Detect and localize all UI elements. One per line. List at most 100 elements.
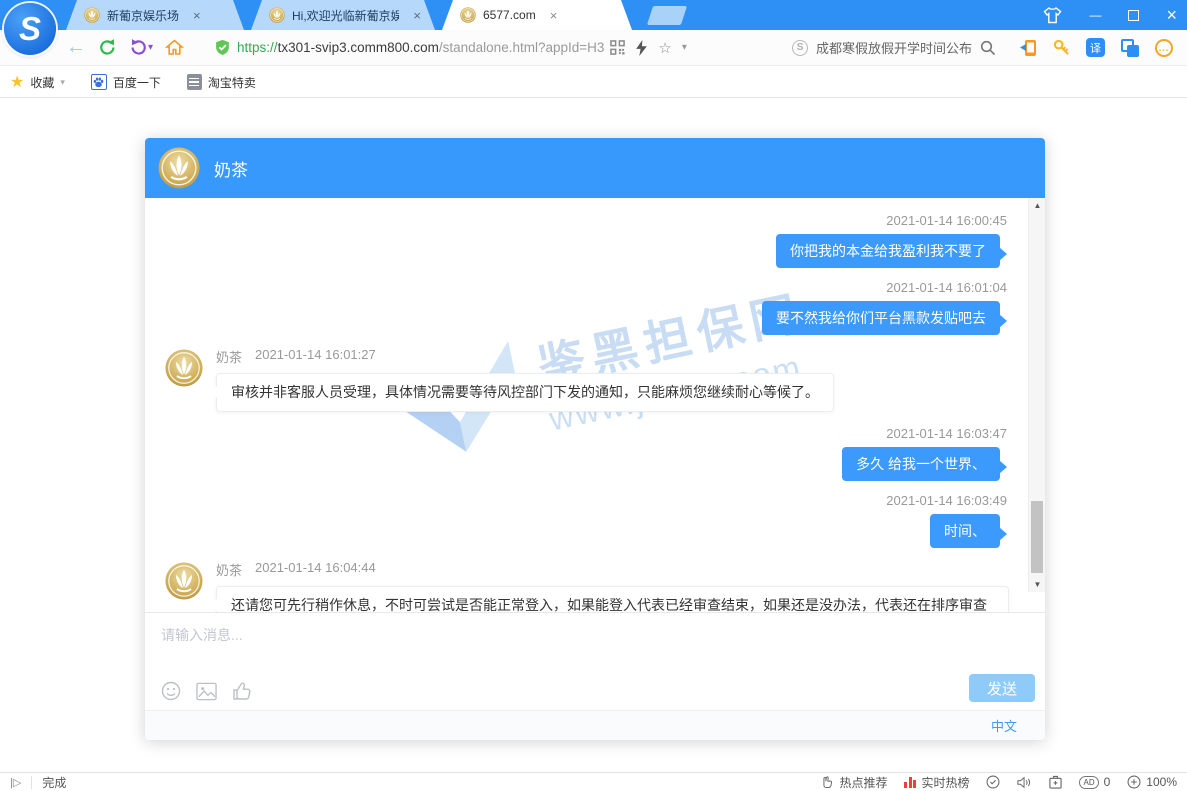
theme-skin-icon[interactable] <box>1043 7 1062 24</box>
sogou-browser-logo[interactable]: S <box>4 3 56 55</box>
url-text[interactable]: https://tx301-svip3.comm800.com/standalo… <box>237 40 604 55</box>
url-host: tx301-svip3.comm800.com <box>278 40 439 55</box>
more-tools-icon[interactable]: ... <box>1155 39 1173 57</box>
hot-recommend-label: 热点推荐 <box>839 774 887 791</box>
password-key-icon[interactable] <box>1053 39 1070 56</box>
maximize-button[interactable] <box>1128 10 1139 21</box>
agent-name: 奶茶 <box>214 156 248 181</box>
bookmark-taobao[interactable]: 淘宝特卖 <box>187 74 256 91</box>
chat-window: 奶茶 鉴黑担保网 www.jhdb8.com 2021-01-14 16:00:… <box>145 138 1045 740</box>
url-path: /standalone.html?appId=H3 <box>439 40 605 55</box>
bookmark-label: 百度一下 <box>113 74 161 91</box>
language-toggle[interactable]: 中文 <box>991 716 1017 735</box>
translate-icon[interactable]: 译 <box>1086 38 1105 57</box>
search-suggestion-text[interactable]: 成都寒假放假开学时间公布 <box>816 38 972 57</box>
bookmark-star-icon[interactable]: ☆ <box>658 39 671 57</box>
address-dropdown-icon[interactable]: ▾ <box>682 42 687 53</box>
message-time: 2021-01-14 16:03:49 <box>165 493 1007 508</box>
tab-title: 新葡京娱乐场 <box>107 7 179 24</box>
tab-title: 6577.com <box>483 8 536 22</box>
tab-close-icon[interactable]: × <box>409 8 425 23</box>
scroll-up-icon[interactable]: ▲ <box>1029 201 1045 210</box>
input-toolbar <box>161 681 252 701</box>
browser-tab-bar: 新葡京娱乐场 × Hi,欢迎光临新葡京娱樂場 × 6577.com × — × <box>0 0 1187 30</box>
ad-block-count: 0 <box>1104 775 1111 789</box>
tab-close-icon[interactable]: × <box>189 8 205 23</box>
security-shield-icon[interactable] <box>214 39 231 56</box>
bookmarks-bar: ★ 收藏 ▾ 百度一下 淘宝特卖 <box>0 67 1187 98</box>
toolbar-extensions: 译 ... <box>1020 38 1187 57</box>
lightning-flash-icon[interactable] <box>635 40 648 56</box>
sogou-logo-letter: S <box>19 10 41 48</box>
send-button[interactable]: 发送 <box>969 674 1035 702</box>
outgoing-message-bubble: 你把我的本金给我盈利我不要了 <box>776 234 1000 268</box>
phone-sync-icon[interactable] <box>1020 39 1037 57</box>
bookmark-baidu[interactable]: 百度一下 <box>91 74 161 91</box>
clipboard-collect-icon[interactable] <box>1121 39 1139 57</box>
favorites-label: 收藏 <box>30 74 54 91</box>
bar-chart-icon <box>904 777 916 788</box>
sender-name: 奶茶 <box>216 560 242 579</box>
sidebar-play-icon[interactable]: |▷ <box>10 776 21 789</box>
emoji-icon[interactable] <box>161 681 181 701</box>
incoming-message-group: 奶茶 2021-01-14 16:04:44 还请您可先行稍作休息，不时可尝试是… <box>165 560 1009 612</box>
window-close-button[interactable]: × <box>1166 6 1177 24</box>
tab-favicon-icon <box>84 7 100 23</box>
sogou-search-icon: S <box>792 40 808 56</box>
scroll-down-icon[interactable]: ▼ <box>1029 580 1045 589</box>
speaker-icon[interactable] <box>1017 776 1032 789</box>
tab-favicon-icon <box>460 7 476 23</box>
hot-list-label: 实时热榜 <box>921 774 969 791</box>
favorites-dropdown-icon: ▾ <box>60 77 65 88</box>
image-upload-icon[interactable] <box>196 682 217 701</box>
outgoing-message-bubble: 多久 给我一个世界、 <box>842 447 1000 481</box>
hand-hot-icon <box>820 775 834 789</box>
undo-dropdown-icon[interactable]: ▾ <box>148 42 153 53</box>
new-tab-button[interactable] <box>647 6 687 25</box>
sender-name: 奶茶 <box>216 347 242 366</box>
message-time: 2021-01-14 16:01:04 <box>165 280 1007 295</box>
hot-list-item[interactable]: 实时热榜 <box>904 774 969 791</box>
incoming-message-bubble: 审核并非客服人员受理，具体情况需要等待风控部门下发的通知，只能麻烦您继续耐心等候… <box>216 373 834 412</box>
medkit-box-icon[interactable] <box>1049 775 1062 789</box>
outgoing-message-bubble: 时间、 <box>930 514 1000 548</box>
minimize-button[interactable]: — <box>1089 9 1101 21</box>
undo-button[interactable]: ▾ <box>129 37 153 59</box>
home-button[interactable] <box>165 37 184 59</box>
agent-avatar <box>165 562 203 600</box>
tab-welcome[interactable]: Hi,欢迎光临新葡京娱樂場 × <box>251 0 435 30</box>
thumbs-up-icon[interactable] <box>232 681 252 701</box>
safety-check-icon[interactable] <box>986 775 1000 789</box>
favorites-menu[interactable]: ★ 收藏 ▾ <box>10 72 65 92</box>
message-input[interactable] <box>161 625 1001 667</box>
tab-xinpujing[interactable]: 新葡京娱乐场 × <box>66 0 244 30</box>
incoming-message-meta: 奶茶 2021-01-14 16:01:27 <box>216 347 834 366</box>
chat-message-area[interactable]: 鉴黑担保网 www.jhdb8.com 2021-01-14 16:00:45 … <box>145 198 1045 612</box>
scrollbar-thumb[interactable] <box>1031 501 1043 573</box>
message-time: 2021-01-14 16:01:27 <box>255 347 376 366</box>
message-time: 2021-01-14 16:04:44 <box>255 560 376 579</box>
tab-favicon-icon <box>269 7 285 23</box>
status-right: 热点推荐 实时热榜 AD 0 100% <box>820 774 1177 791</box>
back-button[interactable]: ← <box>66 37 86 59</box>
bookmark-label: 淘宝特卖 <box>208 74 256 91</box>
ad-blocker-item[interactable]: AD 0 <box>1079 775 1110 789</box>
search-icon[interactable] <box>980 40 996 56</box>
ad-icon: AD <box>1079 776 1098 789</box>
incoming-message-group: 奶茶 2021-01-14 16:01:27 审核并非客服人员受理，具体情况需要… <box>165 347 1009 412</box>
chat-header: 奶茶 <box>145 138 1045 198</box>
agent-avatar <box>158 147 200 189</box>
chat-input-area: 发送 <box>145 612 1045 710</box>
search-box[interactable]: S 成都寒假放假开学时间公布 <box>792 38 996 57</box>
tab-strip: 新葡京娱乐场 × Hi,欢迎光临新葡京娱樂場 × 6577.com × <box>66 0 639 30</box>
refresh-button[interactable] <box>98 37 117 59</box>
tab-close-icon[interactable]: × <box>546 8 562 23</box>
tab-6577[interactable]: 6577.com × <box>442 0 632 30</box>
chat-scrollbar[interactable]: ▲ ▼ <box>1028 198 1045 592</box>
qr-code-icon[interactable] <box>610 40 625 55</box>
browser-status-bar: |▷ 完成 热点推荐 实时热榜 AD 0 <box>0 772 1187 791</box>
hot-recommend-item[interactable]: 热点推荐 <box>820 774 887 791</box>
address-bar[interactable]: https://tx301-svip3.comm800.com/standalo… <box>208 34 768 62</box>
zoom-control[interactable]: 100% <box>1127 775 1177 789</box>
message-time: 2021-01-14 16:00:45 <box>165 213 1007 228</box>
